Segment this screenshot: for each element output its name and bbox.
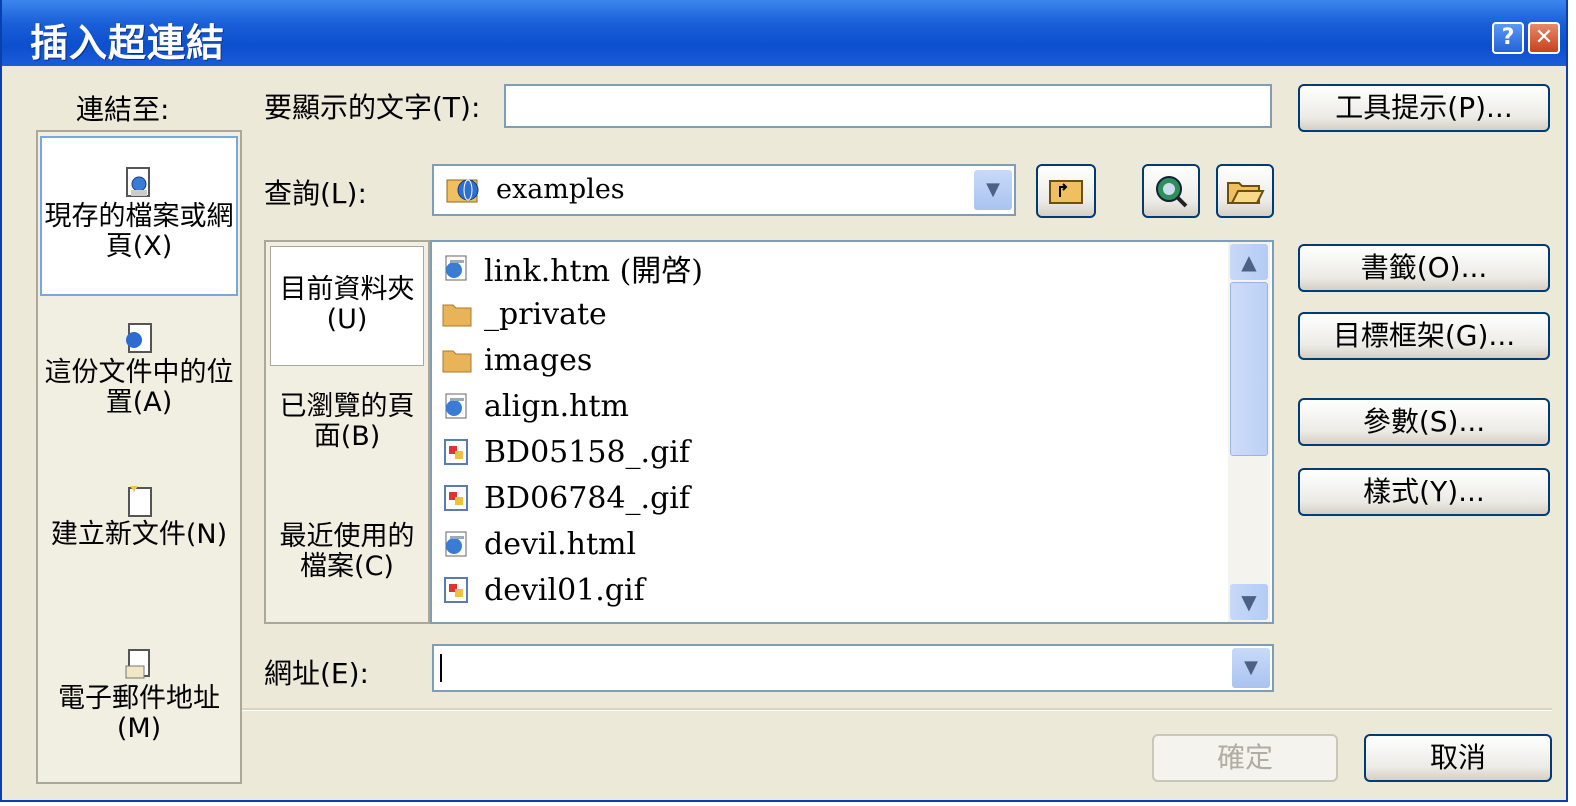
style-button[interactable]: 樣式(Y)...: [1298, 468, 1550, 516]
insert-hyperlink-dialog: 插入超連結 ? ✕ 連結至: 現存的檔案或網頁(X) 這份文件中的位置(A) 建…: [0, 0, 1568, 802]
list-item[interactable]: BD06784_.gif: [442, 476, 690, 520]
html-file-icon: [442, 530, 470, 558]
display-text-label: 要顯示的文字(T):: [264, 91, 481, 124]
gif-image-icon: [442, 438, 470, 466]
list-item[interactable]: devil01.gif: [442, 568, 645, 612]
link-to-label: 連結至:: [76, 93, 170, 126]
browse-web-icon: [1151, 176, 1191, 218]
file-name: BD06784_.gif: [484, 480, 690, 516]
look-in-select[interactable]: examples ▼: [432, 164, 1016, 216]
list-item[interactable]: align.htm: [442, 384, 629, 428]
chevron-down-icon[interactable]: ▼: [974, 170, 1012, 210]
address-input[interactable]: ▼: [432, 644, 1274, 692]
list-item[interactable]: link.htm (開啓): [442, 246, 703, 290]
gif-image-icon: [442, 576, 470, 604]
link-to-new-document[interactable]: 建立新文件(N): [40, 484, 238, 634]
parameters-button[interactable]: 參數(S)...: [1298, 398, 1550, 446]
tab-browsed-pages[interactable]: 已瀏覽的頁面(B): [270, 392, 424, 492]
file-list-scrollbar[interactable]: ▲ ▼: [1228, 242, 1270, 622]
tab-recent-files[interactable]: 最近使用的檔案(C): [270, 522, 424, 622]
link-to-new-document-label: 建立新文件(N): [50, 519, 228, 550]
file-name: link.htm (開啓): [484, 254, 703, 289]
list-item[interactable]: _private: [442, 292, 607, 336]
file-name: _private: [484, 296, 607, 332]
list-item[interactable]: BD05158_.gif: [442, 430, 690, 474]
file-name: devil01.gif: [484, 572, 645, 608]
help-icon[interactable]: ?: [1492, 22, 1524, 54]
html-file-icon: [442, 392, 470, 420]
browse-web-button[interactable]: [1142, 164, 1200, 218]
look-in-label: 查詢(L):: [264, 177, 367, 210]
list-item[interactable]: devil.html: [442, 522, 636, 566]
link-to-existing-file[interactable]: 現存的檔案或網頁(X): [40, 136, 238, 296]
file-name: devil.html: [484, 526, 637, 562]
list-item[interactable]: images: [442, 338, 592, 382]
file-name: images: [484, 342, 593, 378]
folder-icon: [442, 346, 472, 374]
tab-current-folder[interactable]: 目前資料夾(U): [270, 246, 424, 366]
file-list[interactable]: link.htm (開啓) _private images align.htm …: [430, 240, 1274, 624]
bookmark-button[interactable]: 書籤(O)...: [1298, 244, 1550, 292]
folder-icon: [442, 300, 472, 328]
scroll-up-icon[interactable]: ▲: [1230, 244, 1268, 280]
link-to-place-in-document-label: 這份文件中的位置(A): [44, 357, 234, 418]
display-text-input[interactable]: [504, 84, 1272, 128]
chevron-down-icon[interactable]: ▼: [1232, 648, 1270, 688]
scroll-thumb[interactable]: [1230, 282, 1268, 456]
link-to-existing-file-label: 現存的檔案或網頁(X): [44, 201, 234, 262]
browse-file-button[interactable]: [1216, 164, 1274, 218]
existing-file-icon: [124, 166, 154, 200]
link-to-email-address[interactable]: 電子郵件地址(M): [40, 648, 238, 782]
up-one-folder-button[interactable]: [1036, 164, 1096, 218]
new-document-icon: [124, 484, 154, 518]
gif-image-icon: [442, 484, 470, 512]
address-label: 網址(E):: [264, 657, 369, 690]
divider: [242, 708, 1552, 711]
browse-tabs: 目前資料夾(U) 已瀏覽的頁面(B) 最近使用的檔案(C): [264, 240, 430, 624]
close-icon[interactable]: ✕: [1528, 22, 1560, 54]
screentip-button[interactable]: 工具提示(P)...: [1298, 84, 1550, 132]
link-to-email-address-label: 電子郵件地址(M): [58, 683, 220, 744]
link-to-bar: 現存的檔案或網頁(X) 這份文件中的位置(A) 建立新文件(N) 電子郵件地址(…: [36, 130, 242, 784]
html-file-icon: [442, 254, 470, 282]
look-in-value: examples: [496, 174, 625, 205]
text-cursor: [440, 654, 442, 682]
file-name: align.htm: [484, 388, 629, 424]
title-bar[interactable]: 插入超連結 ? ✕: [2, 0, 1566, 66]
open-folder-icon: [1225, 182, 1265, 216]
up-folder-icon: [1046, 180, 1086, 216]
target-frame-button[interactable]: 目標框架(G)...: [1298, 312, 1550, 360]
link-to-place-in-document[interactable]: 這份文件中的位置(A): [40, 322, 238, 472]
scroll-down-icon[interactable]: ▼: [1230, 584, 1268, 620]
cancel-button[interactable]: 取消: [1364, 734, 1552, 782]
file-name: BD05158_.gif: [484, 434, 690, 470]
email-address-icon: [124, 648, 154, 682]
ok-button[interactable]: 確定: [1152, 734, 1338, 782]
dialog-title: 插入超連結: [30, 21, 226, 65]
folder-globe-icon: [446, 174, 482, 208]
place-in-document-icon: [124, 322, 154, 356]
